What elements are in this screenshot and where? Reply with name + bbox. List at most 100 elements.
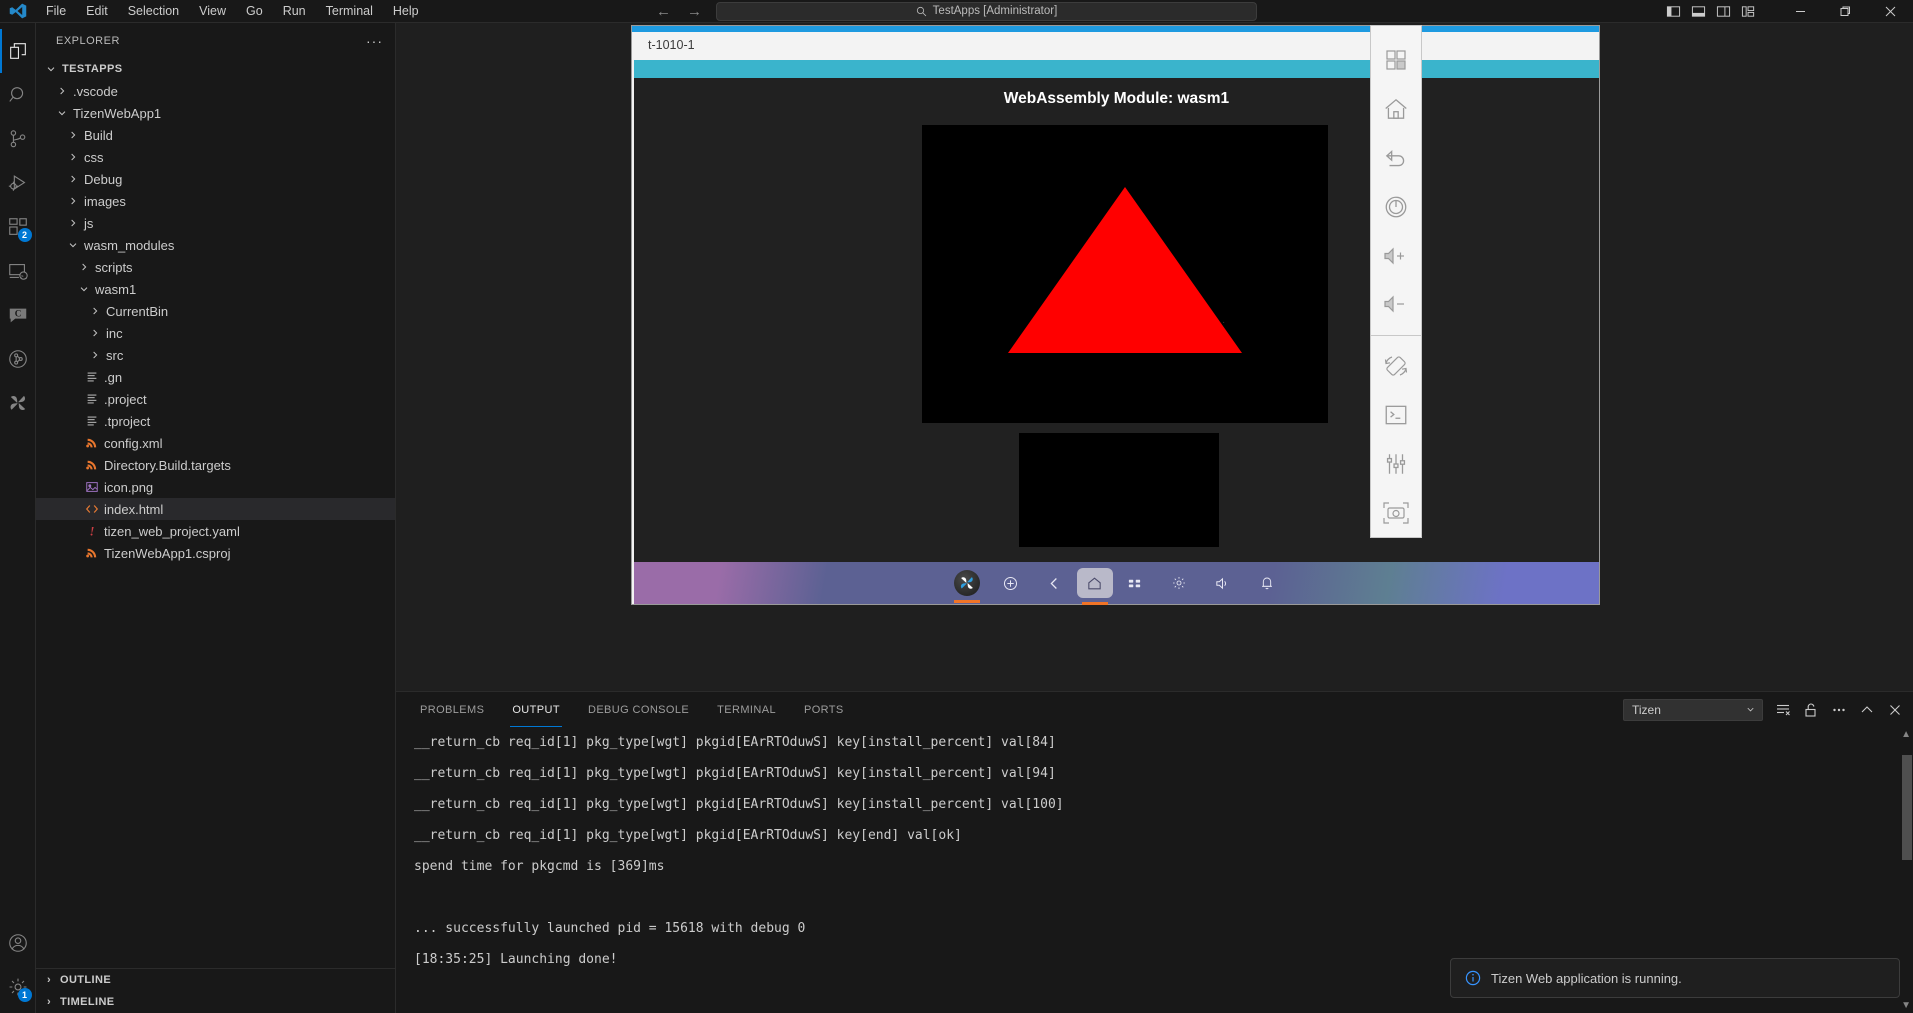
tree-item-images[interactable]: images — [36, 190, 395, 212]
shell-icon[interactable] — [1370, 391, 1422, 440]
scroll-down-icon[interactable]: ▼ — [1901, 1000, 1911, 1011]
tree-item-tproject[interactable]: .tproject — [36, 410, 395, 432]
image-file-icon — [84, 480, 100, 494]
back-icon[interactable] — [1033, 568, 1077, 598]
chevron-down-icon — [1745, 704, 1756, 715]
sidebar-item-extensions[interactable]: 2 — [0, 205, 36, 249]
outline-panel-header[interactable]: › OUTLINE — [36, 969, 395, 991]
sidebar-item-search[interactable] — [0, 73, 36, 117]
output-channel-select[interactable]: Tizen — [1623, 699, 1763, 721]
emulator-screen[interactable]: WebAssembly Module: wasm1 · — [634, 60, 1599, 604]
quick-input-bar[interactable]: TestApps [Administrator] — [716, 2, 1257, 21]
apps-grid-icon[interactable] — [1113, 568, 1157, 598]
tree-item-testapps[interactable]: TESTAPPS — [36, 58, 395, 80]
tab-terminal[interactable]: TERMINAL — [707, 692, 786, 727]
title-bar: File Edit Selection View Go Run Terminal… — [0, 0, 1913, 23]
volume-up-icon[interactable] — [1370, 231, 1422, 280]
manage-button[interactable]: 1 — [0, 965, 36, 1009]
notification-toast[interactable]: Tizen Web application is running. — [1450, 958, 1900, 998]
tree-item-inc[interactable]: inc — [36, 322, 395, 344]
clear-output-button[interactable] — [1775, 702, 1791, 718]
power-icon[interactable] — [1370, 182, 1422, 231]
arrow-left-icon[interactable]: ← — [656, 3, 671, 20]
settings-icon[interactable] — [1157, 568, 1201, 598]
output-line: spend time for pkgcmd is [369]ms — [396, 851, 1913, 882]
tree-item-debug[interactable]: Debug — [36, 168, 395, 190]
chevron-down-icon — [77, 283, 91, 295]
tree-item-js[interactable]: js — [36, 212, 395, 234]
sidebar-item-tizen[interactable] — [0, 381, 36, 425]
minimize-button[interactable] — [1778, 0, 1823, 23]
menu-grid-icon[interactable] — [1370, 36, 1422, 85]
volume-down-icon[interactable] — [1370, 280, 1422, 329]
back-icon[interactable] — [1370, 134, 1422, 183]
add-icon[interactable] — [989, 568, 1033, 598]
tree-item-index-html[interactable]: index.html — [36, 498, 395, 520]
tree-item-currentbin[interactable]: CurrentBin — [36, 300, 395, 322]
account-icon — [7, 932, 29, 954]
maximize-panel-button[interactable] — [1859, 702, 1875, 718]
vscode-window: File Edit Selection View Go Run Terminal… — [0, 0, 1913, 1013]
toggle-lock-button[interactable] — [1803, 702, 1819, 718]
tree-item-project[interactable]: .project — [36, 388, 395, 410]
home-icon[interactable] — [1370, 85, 1422, 134]
sidebar-item-source-control[interactable] — [0, 117, 36, 161]
tree-item-css[interactable]: css — [36, 146, 395, 168]
tree-item-tizenwebapp1[interactable]: TizenWebApp1 — [36, 102, 395, 124]
tab-debug-console[interactable]: DEBUG CONSOLE — [578, 692, 699, 727]
sidebar-item-copilot[interactable]: C — [0, 293, 36, 337]
tree-item-src[interactable]: src — [36, 344, 395, 366]
toggle-primary-sidebar-icon[interactable] — [1666, 4, 1681, 19]
toggle-panel-icon[interactable] — [1691, 4, 1706, 19]
tree-item-build[interactable]: Build — [36, 124, 395, 146]
output-scrollbar[interactable]: ▲ ▼ — [1899, 727, 1913, 1013]
customize-layout-icon[interactable] — [1741, 4, 1756, 19]
tree-item-label: .gn — [104, 370, 122, 385]
arrow-right-icon[interactable]: → — [687, 3, 702, 20]
tree-item-wasm1[interactable]: wasm1 — [36, 278, 395, 300]
scrollbar-thumb[interactable] — [1902, 755, 1912, 860]
close-button[interactable] — [1868, 0, 1913, 23]
timeline-panel-header[interactable]: › TIMELINE — [36, 991, 395, 1013]
notifications-icon[interactable] — [1245, 568, 1289, 598]
close-panel-button[interactable] — [1887, 702, 1903, 718]
tree-item-label: src — [106, 348, 123, 363]
tree-item-directory-build-targets[interactable]: Directory.Build.targets — [36, 454, 395, 476]
screenshot-icon[interactable] — [1370, 488, 1422, 537]
tree-item-vscode[interactable]: .vscode — [36, 80, 395, 102]
tab-ports[interactable]: PORTS — [794, 692, 854, 727]
tab-output[interactable]: OUTPUT — [502, 692, 570, 727]
explorer-more-actions-icon[interactable]: ··· — [366, 33, 383, 49]
sidebar-item-explorer[interactable] — [0, 29, 36, 73]
tizen-launcher-icon[interactable] — [945, 568, 989, 598]
tree-item-wasm-modules[interactable]: wasm_modules — [36, 234, 395, 256]
more-actions-button[interactable] — [1831, 702, 1847, 718]
tree-item-gn[interactable]: .gn — [36, 366, 395, 388]
tree-item-label: TizenWebApp1.csproj — [104, 546, 230, 561]
tab-problems[interactable]: PROBLEMS — [410, 692, 494, 727]
tree-item-label: .tproject — [104, 414, 150, 429]
volume-icon[interactable] — [1201, 568, 1245, 598]
chevron-right-icon — [66, 195, 80, 207]
tree-item-tizen-web-project-yaml[interactable]: !tizen_web_project.yaml — [36, 520, 395, 542]
accounts-button[interactable] — [0, 921, 36, 965]
tree-item-tizenwebapp1-csproj[interactable]: TizenWebApp1.csproj — [36, 542, 395, 564]
home-icon[interactable] — [1077, 568, 1113, 598]
tree-item-scripts[interactable]: scripts — [36, 256, 395, 278]
sidebar-item-test-explorer[interactable] — [0, 337, 36, 381]
sidebar-item-run-and-debug[interactable] — [0, 161, 36, 205]
control-panel-icon[interactable] — [1370, 439, 1422, 488]
tree-item-label: inc — [106, 326, 123, 341]
file-tree[interactable]: TESTAPPS.vscodeTizenWebApp1Build css Debug… — [36, 58, 395, 968]
emulator-navigation-bar — [634, 562, 1599, 604]
emulator-status-bar — [634, 60, 1599, 78]
sidebar-item-remote-explorer[interactable]: >_ — [0, 249, 36, 293]
scroll-up-icon[interactable]: ▲ — [1901, 729, 1911, 740]
toggle-secondary-sidebar-icon[interactable] — [1716, 4, 1731, 19]
restore-button[interactable] — [1823, 0, 1868, 23]
tree-item-config-xml[interactable]: config.xml — [36, 432, 395, 454]
tree-item-icon-png[interactable]: icon.png — [36, 476, 395, 498]
tree-item-label: css — [84, 150, 104, 165]
text-file-icon — [84, 414, 100, 428]
rotate-icon[interactable] — [1370, 342, 1422, 391]
